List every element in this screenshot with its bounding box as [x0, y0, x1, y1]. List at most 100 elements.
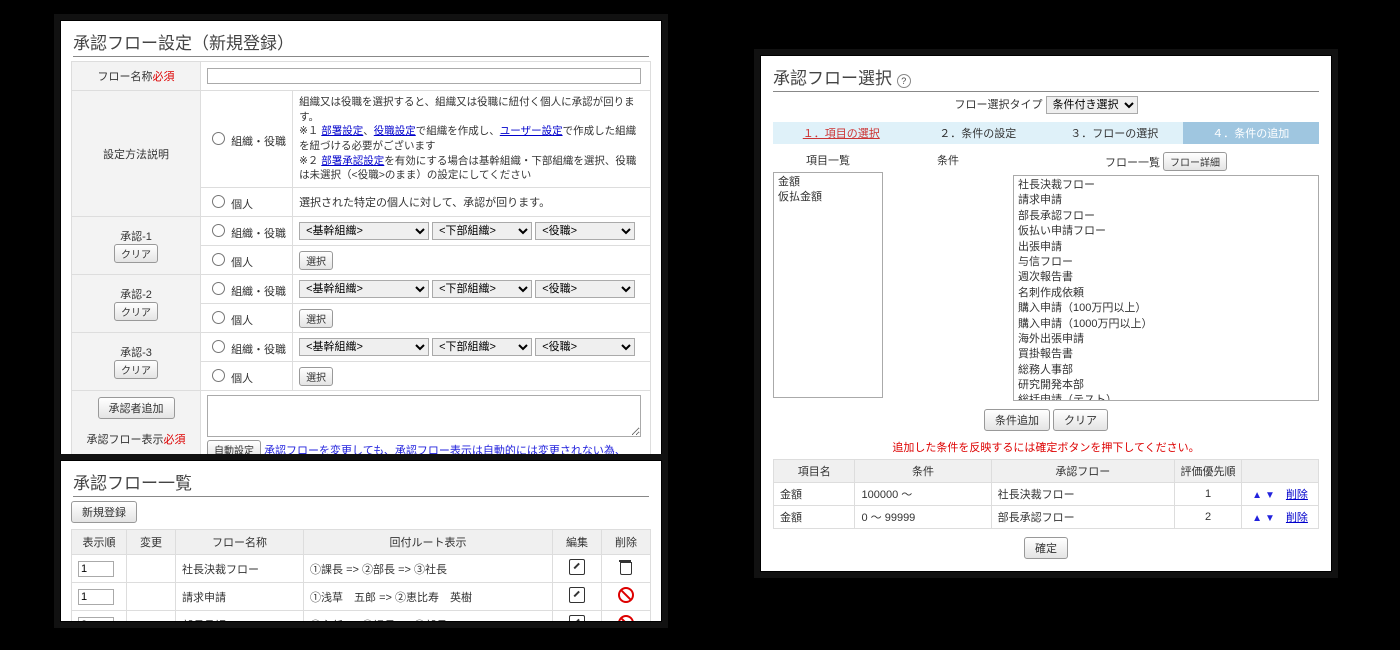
a1-org-radio[interactable] — [212, 224, 225, 237]
a2-sub-select[interactable]: <下部組織> — [432, 280, 532, 298]
step-4[interactable]: ４．条件の追加 — [1183, 122, 1320, 144]
delete-link[interactable]: 削除 — [1286, 489, 1308, 501]
down-icon[interactable]: ▼ — [1265, 490, 1275, 501]
list-item[interactable]: 購入申請（1000万円以上） — [1018, 317, 1314, 332]
flows-listbox[interactable]: 社長決裁フロー請求申請部長承認フロー仮払い申請フロー出張申請与信フロー週次報告書… — [1013, 175, 1319, 401]
a1-role-select[interactable]: <役職> — [535, 222, 635, 240]
flows-label: フロー一覧 — [1105, 157, 1160, 169]
list-item[interactable]: 仮払い申請フロー — [1018, 224, 1314, 239]
settings-form: フロー名称必須 設定方法説明 組織・役職 組織又は役職を選択すると、組織又は役職… — [71, 61, 651, 504]
approve1-label: 承認-1 — [120, 231, 152, 243]
a3-select-button[interactable]: 選択 — [299, 367, 333, 386]
a2-select-button[interactable]: 選択 — [299, 309, 333, 328]
a3-org-radio[interactable] — [212, 340, 225, 353]
edit-icon[interactable] — [569, 587, 585, 603]
list-item[interactable]: 購入申請（100万円以上） — [1018, 301, 1314, 316]
a1-sub-select[interactable]: <下部組織> — [432, 222, 532, 240]
list-item[interactable]: 与信フロー — [1018, 255, 1314, 270]
up-icon[interactable]: ▲ — [1252, 513, 1262, 524]
trash-icon[interactable] — [619, 560, 633, 574]
a2-indiv-radio[interactable] — [212, 311, 225, 324]
auto-set-button[interactable]: 自動設定 — [207, 440, 261, 459]
dept-approve-link[interactable]: 部署承認設定 — [321, 155, 384, 167]
a3-sub-select[interactable]: <下部組織> — [432, 338, 532, 356]
wizard-steps: １．項目の選択 ２．条件の設定 ３．フローの選択 ４．条件の追加 — [773, 122, 1319, 144]
method-indiv-radio[interactable] — [212, 195, 225, 208]
list-item[interactable]: 請求申請 — [1018, 193, 1314, 208]
panel3-title: 承認フロー選択 ? — [773, 64, 1319, 92]
list-item[interactable]: 総括申請（テスト） — [1018, 393, 1314, 401]
a2-role-select[interactable]: <役職> — [535, 280, 635, 298]
panel2-title: 承認フロー一覧 — [73, 469, 649, 497]
approve3-clear-button[interactable]: クリア — [114, 360, 158, 379]
a2-base-select[interactable]: <基幹組織> — [299, 280, 429, 298]
approve2-clear-button[interactable]: クリア — [114, 302, 158, 321]
list-item[interactable]: 総務人事部 — [1018, 363, 1314, 378]
a3-indiv-radio[interactable] — [212, 369, 225, 382]
list-item[interactable]: 社長決裁フロー — [1018, 178, 1314, 193]
row-route: ①主任 => ②課長 => ③部長 — [304, 611, 553, 623]
table-row: 金額 0 ～ 99999 部長承認フロー 2 ▲ ▼ 削除 — [774, 506, 1319, 529]
clear-button[interactable]: クリア — [1053, 409, 1108, 431]
confirm-button[interactable]: 確定 — [1024, 537, 1068, 559]
list-item[interactable]: 部長承認フロー — [1018, 209, 1314, 224]
flow-display-textarea[interactable] — [207, 395, 641, 437]
condition-table: 項目名 条件 承認フロー 評価優先順 金額 100000 ～ 社長決裁フロー 1… — [773, 459, 1319, 529]
row-route: ①浅草 五郎 => ②恵比寿 英樹 — [304, 583, 553, 611]
flow-name-label: フロー名称 — [98, 71, 153, 83]
add-condition-button[interactable]: 条件追加 — [984, 409, 1050, 431]
required-mark: 必須 — [153, 71, 175, 83]
table-row: 請求申請 ①浅草 五郎 => ②恵比寿 英樹 — [72, 583, 651, 611]
help-icon[interactable]: ? — [897, 74, 911, 88]
list-item[interactable]: 研究開発本部 — [1018, 378, 1314, 393]
step-2[interactable]: ２．条件の設定 — [910, 122, 1047, 144]
user-settings-link[interactable]: ユーザー設定 — [500, 125, 563, 137]
up-icon[interactable]: ▲ — [1252, 490, 1262, 501]
a1-indiv-radio[interactable] — [212, 253, 225, 266]
prohibit-icon[interactable] — [618, 587, 634, 603]
a3-base-select[interactable]: <基幹組織> — [299, 338, 429, 356]
add-approver-button[interactable]: 承認者追加 — [98, 397, 175, 419]
approve1-clear-button[interactable]: クリア — [114, 244, 158, 263]
row-name: 請求申請 — [176, 583, 304, 611]
flow-detail-button[interactable]: フロー詳細 — [1163, 152, 1227, 171]
edit-icon[interactable] — [569, 559, 585, 575]
order-input[interactable] — [78, 589, 114, 605]
order-input[interactable] — [78, 617, 114, 623]
prohibit-icon[interactable] — [618, 615, 634, 622]
method-org-radio[interactable] — [212, 132, 225, 145]
flow-name-input[interactable] — [207, 68, 641, 84]
list-item[interactable]: 出張申請 — [1018, 240, 1314, 255]
a3-role-select[interactable]: <役職> — [535, 338, 635, 356]
a2-org-radio[interactable] — [212, 282, 225, 295]
list-item[interactable]: 名刺作成依頼 — [1018, 286, 1314, 301]
a1-base-select[interactable]: <基幹組織> — [299, 222, 429, 240]
panel1-title: 承認フロー設定（新規登録） — [73, 29, 649, 57]
row-name: 社長決裁フロー — [176, 555, 304, 583]
role-settings-link[interactable]: 役職設定 — [374, 125, 416, 137]
approve3-label: 承認-3 — [120, 347, 152, 359]
row-name: 部長承認フロー — [176, 611, 304, 623]
warn-text: 追加した条件を反映するには確定ボタンを押下してください。 — [761, 439, 1331, 455]
list-item[interactable]: 海外出張申請 — [1018, 332, 1314, 347]
step-1[interactable]: １．項目の選択 — [773, 122, 910, 144]
new-register-button[interactable]: 新規登録 — [71, 501, 137, 523]
items-listbox[interactable]: 金額仮払金額 — [773, 172, 883, 398]
list-item[interactable]: 金額 — [778, 175, 878, 190]
select-type-select[interactable]: 条件付き選択 — [1046, 96, 1138, 114]
row-route: ①課長 => ②部長 => ③社長 — [304, 555, 553, 583]
dept-settings-link[interactable]: 部署設定 — [321, 125, 363, 137]
list-item[interactable]: 週次報告書 — [1018, 270, 1314, 285]
down-icon[interactable]: ▼ — [1265, 513, 1275, 524]
step-3[interactable]: ３．フローの選択 — [1046, 122, 1183, 144]
table-row: 部長承認フロー ①主任 => ②課長 => ③部長 — [72, 611, 651, 623]
flow-display-label: 承認フロー表示 — [87, 434, 164, 446]
list-item[interactable]: 仮払金額 — [778, 190, 878, 205]
a1-select-button[interactable]: 選択 — [299, 251, 333, 270]
delete-link[interactable]: 削除 — [1286, 512, 1308, 524]
list-item[interactable]: 買掛報告書 — [1018, 347, 1314, 362]
table-row: 金額 100000 ～ 社長決裁フロー 1 ▲ ▼ 削除 — [774, 483, 1319, 506]
cond-label: 条件 — [893, 152, 1003, 168]
edit-icon[interactable] — [569, 615, 585, 622]
order-input[interactable] — [78, 561, 114, 577]
